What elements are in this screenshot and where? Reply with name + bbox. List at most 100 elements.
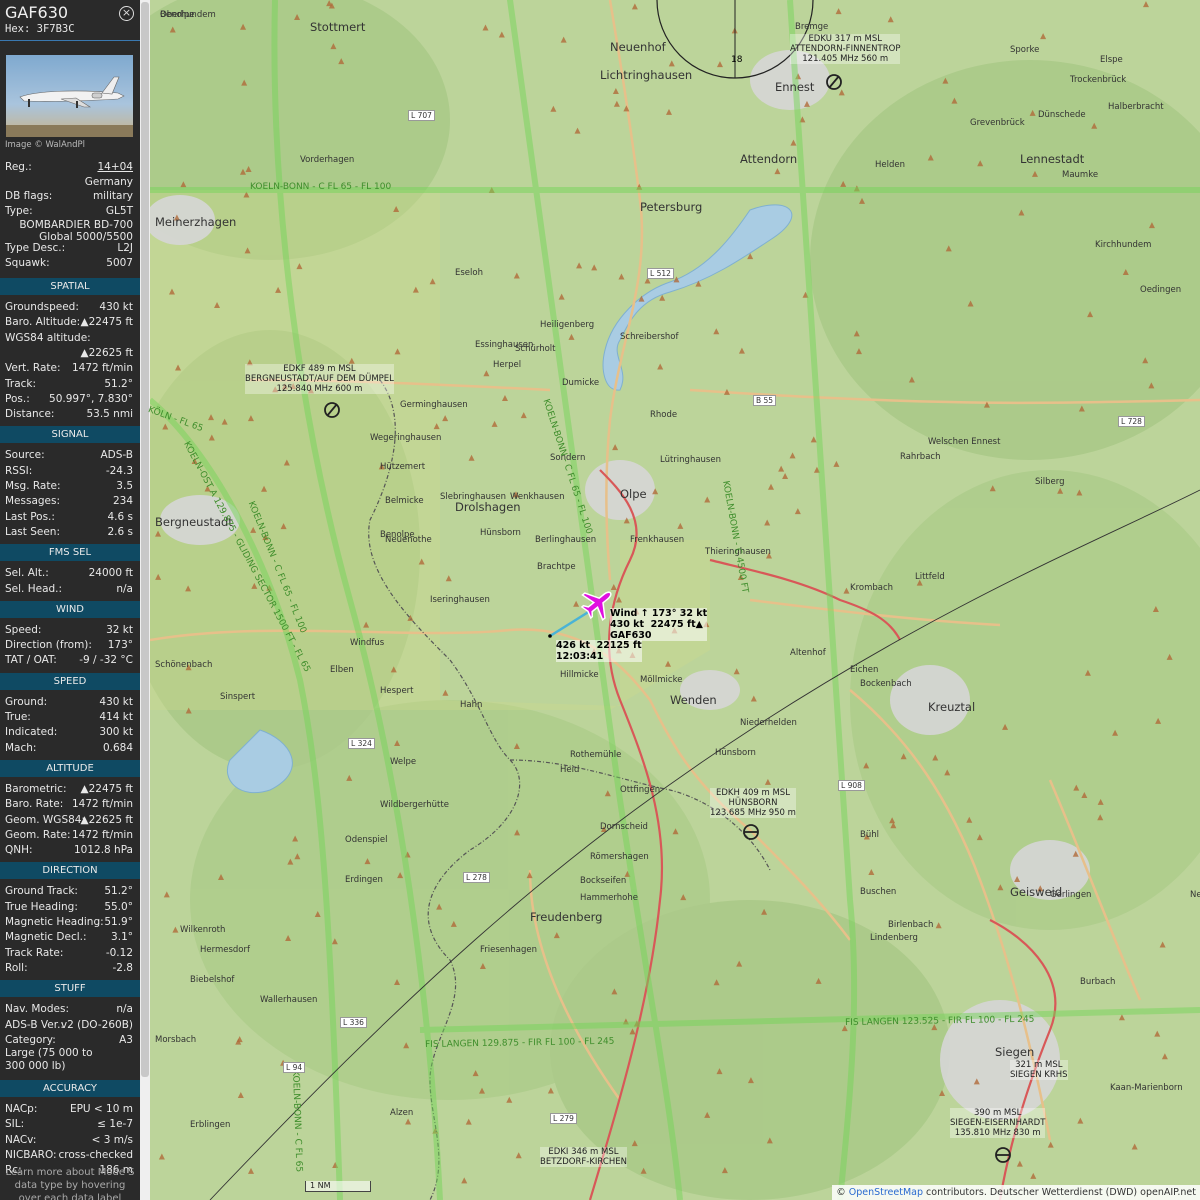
info-label[interactable]: Ground:	[5, 695, 47, 709]
place-label: Oedingen	[1140, 285, 1182, 295]
info-label[interactable]: Reg.:	[5, 160, 32, 174]
category-description: Large (75 000 to 300 000 lb)	[5, 1047, 93, 1072]
info-label[interactable]: Ground Track:	[5, 884, 78, 898]
info-label[interactable]: Geom. Rate:	[5, 828, 71, 842]
section-header-altitude[interactable]: ALTITUDE	[0, 759, 140, 777]
place-label: Meinerzhagen	[155, 215, 237, 229]
info-row: Baro. Altitude: ▲22475 ft	[5, 315, 133, 329]
section-header-signal[interactable]: SIGNAL	[0, 426, 140, 444]
info-value: 5007	[106, 256, 133, 269]
airfield-label[interactable]: 390 m MSL SIEGEN-EISERNHARDT 135.810 MHz 8…	[950, 1108, 1046, 1138]
place-label: Birlenbach	[888, 920, 934, 930]
info-label[interactable]: NACv:	[5, 1133, 36, 1147]
aircraft-photo[interactable]	[6, 55, 133, 137]
place-label: Rothemühle	[570, 750, 622, 760]
learn-more-text: Learn more about Mode S data type by hov…	[5, 1167, 135, 1200]
info-label[interactable]: Sel. Alt.:	[5, 566, 49, 580]
info-label[interactable]: Sel. Head.:	[5, 582, 62, 596]
airfield-label[interactable]: EDKU 317 m MSL ATTENDORN-FINNENTROP 121.40…	[790, 34, 901, 64]
plane-label[interactable]: Wind ↑ 173° 32 kt 430 kt 22475 ft▲ GAF63…	[610, 608, 708, 641]
airfield-label[interactable]: EDKF 489 m MSL BERGNEUSTADT/AUF DEM DÜMPE…	[245, 364, 394, 394]
info-label[interactable]: Messages:	[5, 494, 60, 508]
info-label[interactable]: Magnetic Heading:	[5, 915, 104, 929]
info-label[interactable]: Indicated:	[5, 725, 57, 739]
section-header-speed[interactable]: SPEED	[0, 672, 140, 690]
airfield-label[interactable]: EDKH 409 m MSL HÜNSBORN 123.685 MHz 950 m	[710, 788, 796, 818]
place-label: Hützemert	[380, 462, 426, 472]
info-label[interactable]: Baro. Rate:	[5, 797, 63, 811]
airfield-label[interactable]: EDKI 346 m MSL BETZDORF-KIRCHEN	[540, 1147, 627, 1167]
info-row: Speed: 32 kt	[5, 623, 133, 637]
info-value: 430 kt	[99, 695, 133, 708]
section-header-fms[interactable]: FMS SEL	[0, 544, 140, 562]
airfield-label[interactable]: 321 m MSL SIEGEN KRHS	[1010, 1060, 1068, 1080]
info-label[interactable]: Groundspeed:	[5, 300, 79, 314]
info-row: Last Seen: 2.6 s	[5, 525, 133, 539]
info-value: 51.2°	[104, 885, 133, 898]
info-label[interactable]: NACp:	[5, 1102, 37, 1116]
info-label[interactable]: SIL:	[5, 1117, 24, 1131]
place-label: Lennestadt	[1020, 152, 1085, 166]
info-label[interactable]: Last Pos.:	[5, 510, 55, 524]
section-header-wind[interactable]: WIND	[0, 600, 140, 618]
place-label: Freudenberg	[530, 910, 603, 924]
info-label[interactable]: Source:	[5, 448, 45, 462]
place-label: Wegeringhausen	[370, 433, 442, 443]
info-label[interactable]: Distance:	[5, 407, 54, 421]
info-row: SIL: ≤ 1e-7	[5, 1117, 133, 1131]
map-canvas[interactable]: 18	[90, 0, 1200, 1200]
info-label[interactable]: Direction (from):	[5, 638, 92, 652]
info-label[interactable]: Nav. Modes:	[5, 1002, 69, 1016]
info-label[interactable]: Squawk:	[5, 256, 50, 270]
road-number-label: L 94	[283, 1062, 306, 1073]
info-label[interactable]: Last Seen:	[5, 525, 60, 539]
info-label[interactable]: RSSI:	[5, 464, 32, 478]
info-label[interactable]: Geom. WGS84:	[5, 813, 85, 827]
info-label[interactable]: DB flags:	[5, 189, 52, 203]
info-row: Category: A3	[5, 1033, 133, 1047]
info-row: Pos.: 50.997°, 7.830°	[5, 392, 133, 406]
info-row: Ground Track: 51.2°	[5, 884, 133, 898]
scrollbar-thumb[interactable]	[141, 2, 149, 1077]
info-label[interactable]: Mach:	[5, 741, 36, 755]
info-label[interactable]: Speed:	[5, 623, 41, 637]
place-label: Schürholt	[515, 344, 556, 354]
info-label[interactable]: Magnetic Decl.:	[5, 930, 87, 944]
info-value: 234	[112, 495, 133, 508]
section-header-direction[interactable]: DIRECTION	[0, 862, 140, 880]
place-label: Buschen	[860, 887, 897, 897]
info-label[interactable]: Type Desc.:	[5, 241, 65, 255]
info-label[interactable]: True Heading:	[5, 900, 78, 914]
info-label[interactable]: Pos.:	[5, 392, 30, 406]
section-header-stuff[interactable]: STUFF	[0, 980, 140, 998]
info-label[interactable]: NICBARO:	[5, 1148, 57, 1162]
info-label[interactable]: Vert. Rate:	[5, 361, 61, 375]
osm-link[interactable]: OpenStreetMap	[849, 1187, 923, 1198]
close-icon[interactable]: ×	[119, 6, 134, 21]
sidebar-scrollbar[interactable]	[140, 0, 150, 1200]
info-label[interactable]: Type:	[5, 204, 33, 218]
place-label: Ennest	[775, 80, 815, 94]
info-label[interactable]: True:	[5, 710, 31, 724]
info-value: 1472 ft/min	[71, 828, 133, 841]
info-value: n/a	[116, 582, 133, 595]
section-header-accuracy[interactable]: ACCURACY	[0, 1080, 140, 1098]
section-header-spatial[interactable]: SPATIAL	[0, 278, 140, 295]
info-label[interactable]: Roll:	[5, 961, 28, 975]
info-label[interactable]: Barometric:	[5, 782, 67, 796]
info-label[interactable]: Category:	[5, 1033, 56, 1047]
info-label[interactable]: Baro. Altitude:	[5, 315, 80, 329]
info-label[interactable]: ADS-B Ver.:	[5, 1018, 64, 1032]
info-label[interactable]: TAT / OAT:	[5, 653, 57, 667]
place-label: Maumke	[1062, 170, 1099, 180]
info-row: Type: GL5T	[5, 204, 133, 218]
info-value[interactable]: 14+04	[97, 160, 133, 174]
app: GAF630 Hex: 3F7B3C × Image © WalAndPl Re…	[0, 0, 1200, 1200]
info-label[interactable]: WGS84 altitude:	[5, 331, 91, 345]
info-label[interactable]: Track Rate:	[5, 946, 63, 960]
road-number-label: L 279	[550, 1113, 577, 1124]
info-label[interactable]: Track:	[5, 377, 36, 391]
info-label[interactable]: QNH:	[5, 843, 33, 857]
info-label[interactable]: Msg. Rate:	[5, 479, 60, 493]
map-view[interactable]: 18 Stottmert Neuenhof Lichtringhausen Ennes…	[90, 0, 1200, 1200]
